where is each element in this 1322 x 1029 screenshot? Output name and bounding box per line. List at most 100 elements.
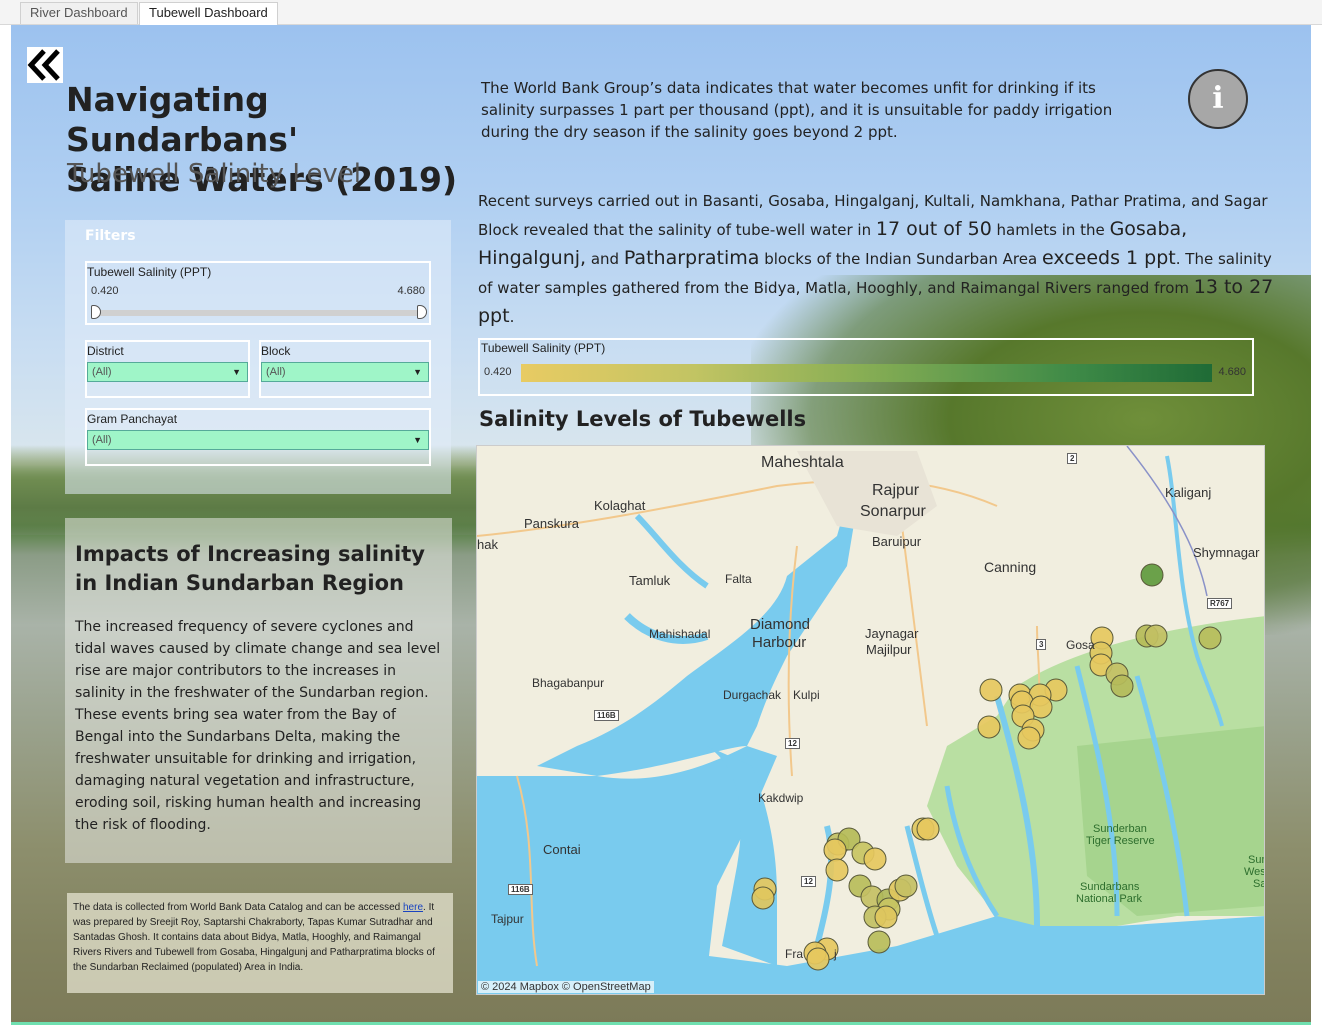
tubewell-marker[interactable] <box>751 886 775 910</box>
place-label: Sundarbans <box>1080 881 1140 893</box>
salinity-slider-track[interactable] <box>95 310 421 316</box>
place-label: Tiger Reserve <box>1086 835 1155 847</box>
gram-panchayat-filter: Gram Panchayat (All) ▼ <box>85 408 431 466</box>
district-filter: District (All) ▼ <box>85 340 250 398</box>
place-label: National Park <box>1076 893 1143 905</box>
district-dropdown[interactable]: (All) ▼ <box>87 362 248 382</box>
salinity-filter-label: Tubewell Salinity (PPT) <box>87 265 212 279</box>
block-filter: Block (All) ▼ <box>259 340 431 398</box>
salinity-slider-min-handle[interactable] <box>91 305 101 319</box>
salinity-range-filter: Tubewell Salinity (PPT) 0.420 4.680 <box>85 261 431 325</box>
tubewell-marker[interactable] <box>874 905 898 929</box>
tab-river-dashboard[interactable]: River Dashboard <box>20 2 138 24</box>
salinity-legend: Tubewell Salinity (PPT) 0.420 4.680 <box>478 338 1254 396</box>
place-label: Sunda <box>1248 854 1264 866</box>
salinity-slider-max-handle[interactable] <box>417 305 427 319</box>
survey-part: . <box>509 308 515 326</box>
place-label: Gosa <box>1066 638 1095 652</box>
salinity-max-value: 4.680 <box>397 285 425 297</box>
place-label: West W <box>1244 866 1264 878</box>
impacts-body: The increased frequency of severe cyclon… <box>75 619 441 833</box>
place-label: Sonarpur <box>860 503 926 520</box>
place-label: Panskura <box>524 516 579 531</box>
place-label: Kolaghat <box>594 498 646 513</box>
dropdown-caret-icon: ▼ <box>413 367 422 377</box>
tubewell-marker[interactable] <box>863 847 887 871</box>
impacts-panel: Impacts of Increasing salinity in Indian… <box>65 518 452 863</box>
place-label: Mahishadal <box>649 627 711 641</box>
block-filter-label: Block <box>261 344 291 358</box>
intro-text: The World Bank Group’s data indicates th… <box>481 79 1113 141</box>
tubewell-marker[interactable] <box>825 858 849 882</box>
legend-color-ramp <box>521 364 1212 382</box>
place-label: Canning <box>984 559 1037 575</box>
bottom-accent-bar <box>11 1022 1311 1025</box>
dropdown-caret-icon: ▼ <box>413 435 422 445</box>
place-label: Sunderban <box>1093 823 1147 835</box>
source-text: The data is collected from World Bank Da… <box>73 902 403 913</box>
place-label: Diamond <box>750 616 811 633</box>
gram-panchayat-value: (All) <box>92 434 112 446</box>
tubewell-marker[interactable] <box>977 715 1001 739</box>
road-shield: R767 <box>1207 598 1233 609</box>
survey-text: Recent surveys carried out in Basanti, G… <box>478 187 1278 331</box>
road-shield: 3 <box>1036 639 1047 650</box>
tubewell-marker[interactable] <box>1110 674 1134 698</box>
survey-part: blocks of the Indian Sundarban Area <box>759 250 1042 268</box>
place-label: Tajpur <box>491 912 524 926</box>
tubewell-marker[interactable] <box>867 930 891 954</box>
survey-highlight: exceeds 1 ppt <box>1041 247 1176 269</box>
place-label: Rajpur <box>872 482 920 499</box>
district-value: (All) <box>92 366 112 378</box>
double-chevron-left-icon[interactable] <box>27 47 63 83</box>
filters-title: Filters <box>85 228 136 244</box>
road-shield: 116B <box>508 884 533 895</box>
place-label: Bhagabanpur <box>532 676 605 690</box>
page-subtitle: Tubewell Salinity Level <box>67 159 361 189</box>
tubewell-marker[interactable] <box>1144 624 1168 648</box>
place-label: Contai <box>543 842 581 857</box>
legend-max: 4.680 <box>1218 366 1246 378</box>
tab-bar: River Dashboard Tubewell Dashboard <box>0 0 1322 25</box>
district-filter-label: District <box>87 344 124 358</box>
place-label: Sanct <box>1253 878 1264 890</box>
place-label: Jaynagar <box>865 626 919 641</box>
legend-label: Tubewell Salinity (PPT) <box>481 341 606 355</box>
source-note: The data is collected from World Bank Da… <box>67 893 453 993</box>
road-shield: 12 <box>785 738 800 749</box>
survey-highlight: 17 out of 50 <box>875 218 992 240</box>
info-icon[interactable]: i <box>1188 69 1248 129</box>
place-label: Kakdwip <box>758 791 804 805</box>
tubewell-marker[interactable] <box>1198 626 1222 650</box>
road-shield: 12 <box>801 876 816 887</box>
place-label: Tamluk <box>629 573 671 588</box>
place-label: Kulpi <box>793 688 820 702</box>
place-label: j <box>834 947 837 961</box>
survey-part: hamlets in the <box>991 221 1110 239</box>
survey-part: and <box>586 250 624 268</box>
tab-tubewell-dashboard[interactable]: Tubewell Dashboard <box>139 2 278 25</box>
tubewell-marker[interactable] <box>916 817 940 841</box>
place-label: Harbour <box>752 634 807 651</box>
gram-panchayat-dropdown[interactable]: (All) ▼ <box>87 430 429 450</box>
place-label: Durgachak <box>723 688 782 702</box>
tubewell-marker[interactable] <box>979 678 1003 702</box>
place-label: Baruipur <box>872 534 922 549</box>
survey-highlight: Patharpratima <box>623 247 760 269</box>
tubewell-marker[interactable] <box>1140 563 1164 587</box>
place-label: Majilpur <box>866 642 912 657</box>
dashboard: Navigating Sundarbans' Saline Waters (20… <box>11 25 1311 1025</box>
place-label: hak <box>477 537 498 552</box>
block-dropdown[interactable]: (All) ▼ <box>261 362 429 382</box>
block-value: (All) <box>266 366 286 378</box>
road-shield: 116B <box>594 710 619 721</box>
tubewell-marker[interactable] <box>806 947 830 971</box>
map-title: Salinity Levels of Tubewells <box>479 407 807 431</box>
tubewell-marker[interactable] <box>823 838 847 862</box>
source-link[interactable]: here <box>403 902 423 913</box>
tubewell-marker[interactable] <box>1017 726 1041 750</box>
map-attribution: © 2024 Mapbox © OpenStreetMap <box>478 981 654 993</box>
tubewell-marker[interactable] <box>894 874 918 898</box>
gram-panchayat-filter-label: Gram Panchayat <box>87 412 178 426</box>
salinity-map[interactable]: Maheshtala Rajpur Sonarpur Kolaghat Pans… <box>476 445 1265 995</box>
